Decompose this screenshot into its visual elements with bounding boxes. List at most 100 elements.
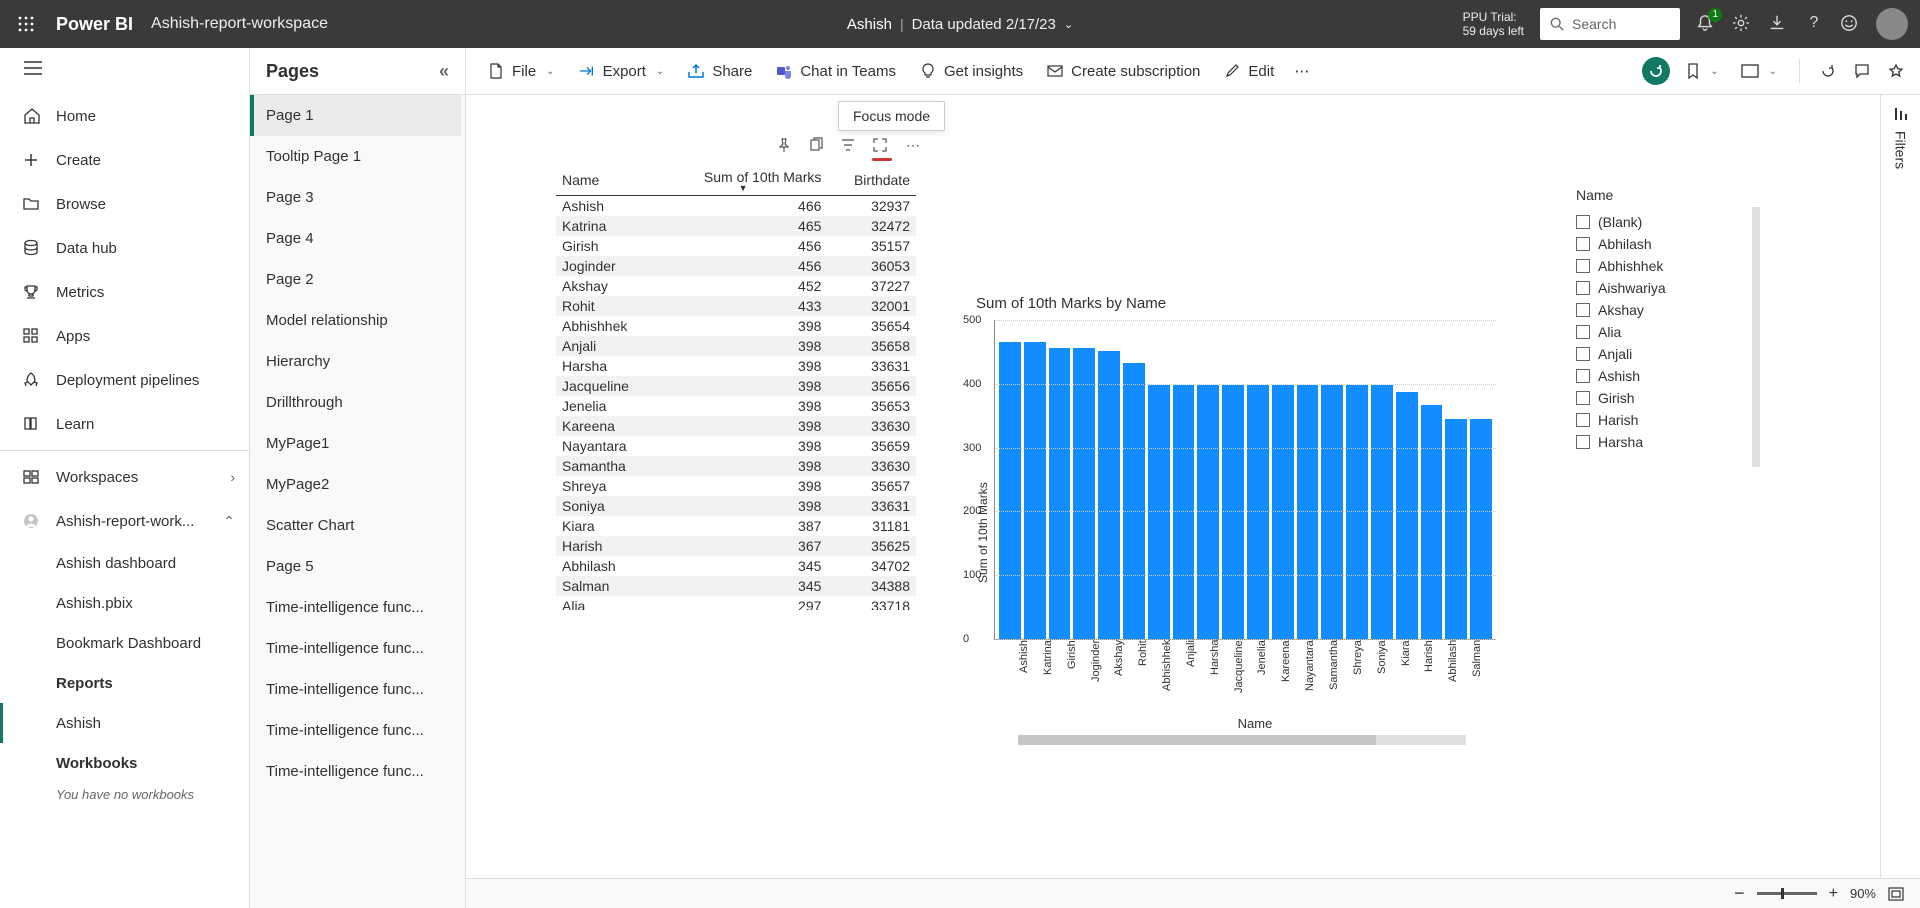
slicer-option[interactable]: Aishwariya <box>1576 277 1736 299</box>
page-tab[interactable]: Scatter Chart <box>250 505 461 546</box>
refresh-icon[interactable] <box>1816 59 1840 83</box>
checkbox[interactable] <box>1576 435 1590 449</box>
nav-learn[interactable]: Learn <box>0 402 249 446</box>
checkbox[interactable] <box>1576 369 1590 383</box>
bar[interactable] <box>1049 348 1071 639</box>
nav-apps[interactable]: Apps <box>0 314 249 358</box>
nav-browse[interactable]: Browse <box>0 182 249 226</box>
zoom-in-button[interactable]: + <box>1829 885 1838 903</box>
nav-data-hub[interactable]: Data hub <box>0 226 249 270</box>
checkbox[interactable] <box>1576 413 1590 427</box>
nav-metrics[interactable]: Metrics <box>0 270 249 314</box>
nav-deployment-pipelines[interactable]: Deployment pipelines <box>0 358 249 402</box>
checkbox[interactable] <box>1576 237 1590 251</box>
copy-icon[interactable] <box>808 137 826 155</box>
table-row[interactable]: Nayantara39835659 <box>556 436 916 456</box>
table-row[interactable]: Abhishhek39835654 <box>556 316 916 336</box>
slicer-option[interactable]: Ashish <box>1576 365 1736 387</box>
export-menu[interactable]: Export⌄ <box>569 57 675 86</box>
slicer-option[interactable]: (Blank) <box>1576 211 1736 233</box>
slicer-scrollbar[interactable] <box>1752 207 1760 467</box>
ws-item-ashish-dashboard[interactable]: Ashish dashboard <box>0 543 249 583</box>
table-visual[interactable]: Name Sum of 10th Marks▼ Birthdate Ashish… <box>556 165 936 610</box>
page-tab[interactable]: MyPage1 <box>250 423 461 464</box>
page-tab[interactable]: Page 4 <box>250 218 461 259</box>
page-tab[interactable]: Time-intelligence func... <box>250 587 461 628</box>
table-row[interactable]: Soniya39833631 <box>556 496 916 516</box>
table-row[interactable]: Jacqueline39835656 <box>556 376 916 396</box>
bar[interactable] <box>1073 348 1095 639</box>
page-tab[interactable]: Tooltip Page 1 <box>250 136 461 177</box>
nav-current-workspace[interactable]: Ashish-report-work...⌃ <box>0 499 249 543</box>
table-row[interactable]: Rohit43332001 <box>556 296 916 316</box>
slicer-option[interactable]: Harsha <box>1576 431 1736 453</box>
checkbox[interactable] <box>1576 303 1590 317</box>
table-row[interactable]: Samantha39833630 <box>556 456 916 476</box>
slicer-option[interactable]: Harish <box>1576 409 1736 431</box>
bar[interactable] <box>999 342 1021 639</box>
filter-icon[interactable] <box>840 137 858 155</box>
notifications-icon[interactable]: 1 <box>1696 14 1716 34</box>
table-row[interactable]: Abhilash34534702 <box>556 556 916 576</box>
table-row[interactable]: Girish45635157 <box>556 236 916 256</box>
table-row[interactable]: Katrina46532472 <box>556 216 916 236</box>
col-birthdate[interactable]: Birthdate <box>827 165 916 196</box>
download-icon[interactable] <box>1768 14 1788 34</box>
ws-item-workbooks[interactable]: Workbooks <box>0 743 249 783</box>
bar[interactable] <box>1098 351 1120 639</box>
table-row[interactable]: Kiara38731181 <box>556 516 916 536</box>
settings-icon[interactable] <box>1732 14 1752 34</box>
edit-button[interactable]: Edit <box>1214 57 1284 86</box>
checkbox[interactable] <box>1576 347 1590 361</box>
page-tab[interactable]: Page 1 <box>250 95 461 136</box>
focus-mode-icon[interactable] <box>872 137 890 155</box>
filters-pane-toggle[interactable]: Filters <box>1880 95 1920 878</box>
chevron-down-icon[interactable]: ⌄ <box>1064 18 1073 31</box>
slicer-option[interactable]: Girish <box>1576 387 1736 409</box>
table-row[interactable]: Joginder45636053 <box>556 256 916 276</box>
table-row[interactable]: Salman34534388 <box>556 576 916 596</box>
slicer-option[interactable]: Akshay <box>1576 299 1736 321</box>
table-row[interactable]: Shreya39835657 <box>556 476 916 496</box>
col-name[interactable]: Name <box>556 165 659 196</box>
collapse-pages-icon[interactable]: « <box>439 61 449 82</box>
feedback-icon[interactable] <box>1840 14 1860 34</box>
hamburger-icon[interactable] <box>24 61 42 75</box>
checkbox[interactable] <box>1576 325 1590 339</box>
bar[interactable] <box>1470 419 1492 639</box>
checkbox[interactable] <box>1576 215 1590 229</box>
share-button[interactable]: Share <box>678 57 762 86</box>
file-menu[interactable]: File⌄ <box>478 57 565 86</box>
checkbox[interactable] <box>1576 391 1590 405</box>
table-row[interactable]: Ashish46632937 <box>556 196 916 217</box>
slicer-option[interactable]: Abhishhek <box>1576 255 1736 277</box>
page-tab[interactable]: MyPage2 <box>250 464 461 505</box>
slicer-option[interactable]: Alia <box>1576 321 1736 343</box>
zoom-slider[interactable] <box>1757 892 1817 895</box>
pin-icon[interactable] <box>776 137 794 155</box>
data-updated-label[interactable]: Data updated 2/17/23 <box>912 16 1056 33</box>
page-tab[interactable]: Page 5 <box>250 546 461 587</box>
table-row[interactable]: Kareena39833630 <box>556 416 916 436</box>
bar[interactable] <box>1024 342 1046 639</box>
slicer-option[interactable]: Anjali <box>1576 343 1736 365</box>
nav-create[interactable]: Create <box>0 138 249 182</box>
col-marks[interactable]: Sum of 10th Marks▼ <box>659 165 828 196</box>
insights-button[interactable]: Get insights <box>910 57 1033 86</box>
page-tab[interactable]: Hierarchy <box>250 341 461 382</box>
comment-icon[interactable] <box>1850 59 1874 83</box>
app-launcher-icon[interactable] <box>12 10 40 38</box>
ws-item-ashish[interactable]: Ashish <box>0 703 249 743</box>
avatar[interactable] <box>1876 8 1908 40</box>
table-row[interactable]: Harish36735625 <box>556 536 916 556</box>
bar[interactable] <box>1396 392 1418 639</box>
subscribe-button[interactable]: Create subscription <box>1037 57 1210 86</box>
bookmark-menu[interactable]: ⌄ <box>1680 59 1724 83</box>
page-tab[interactable]: Time-intelligence func... <box>250 669 461 710</box>
favorite-icon[interactable] <box>1884 59 1908 83</box>
page-tab[interactable]: Time-intelligence func... <box>250 628 461 669</box>
ws-item-bookmark-dashboard[interactable]: Bookmark Dashboard <box>0 623 249 663</box>
table-row[interactable]: Anjali39835658 <box>556 336 916 356</box>
nav-home[interactable]: Home <box>0 94 249 138</box>
checkbox[interactable] <box>1576 259 1590 273</box>
